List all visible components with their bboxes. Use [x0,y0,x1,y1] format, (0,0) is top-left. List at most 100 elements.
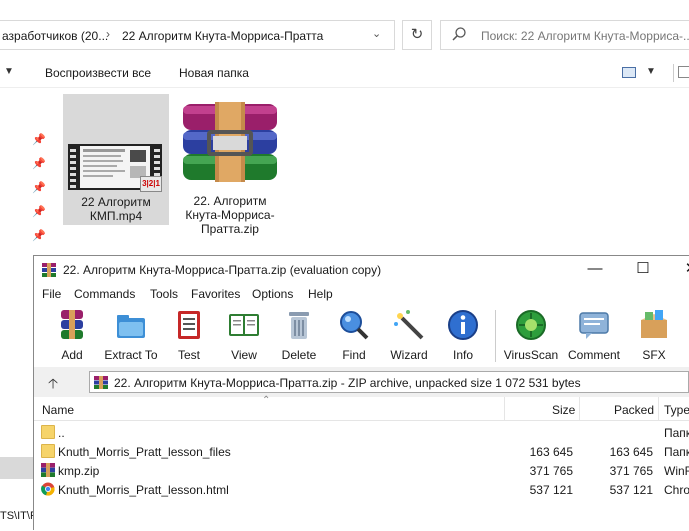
pin-icon[interactable]: 📌 [32,133,46,146]
column-divider[interactable] [658,397,659,421]
virusscan-label: VirusScan [503,348,559,362]
winrar-titlebar[interactable]: 22. Алгоритм Кнута-Морриса-Пратта.zip (e… [34,256,689,284]
pin-icon[interactable]: 📌 [32,229,46,242]
sort-up-icon: ⌃ [262,395,271,406]
refresh-icon: ↻ [410,26,424,43]
explorer-toolbar: ▼ Воспроизвести все Новая папка ▼ [0,58,689,88]
info-label: Info [452,348,473,362]
list-item[interactable]: kmp.zip 371 765 371 765 WinF [34,461,689,480]
item-packed: 163 645 [609,445,653,459]
window-title: 22. Алгоритм Кнута-Морриса-Пратта.zip (e… [63,263,382,277]
winrar-icon [94,376,108,389]
film-strip-icon [70,146,76,188]
list-item[interactable]: Knuth_Morris_Pratt_lesson.html 537 121 5… [34,480,689,499]
maximize-button[interactable]: ☐ [620,256,666,284]
menu-commands[interactable]: Commands [74,287,135,301]
winrar-toolbar: Add Extract To Test View Delete Find Wiz… [34,304,689,367]
item-type: Chro [664,483,689,497]
add-archive-icon [61,310,83,339]
comment-icon [579,312,609,339]
folder-icon [41,444,55,458]
up-arrow-icon[interactable]: 🡡 [48,373,58,397]
nav-path-fragment: TS\IT\F [0,510,37,522]
menu-options[interactable]: Options [252,287,293,301]
file-tile-mp4[interactable]: 3|2|1 22 Алгоритм КМП.mp4 [63,94,169,225]
winrar-icon [42,263,56,277]
minimize-button[interactable]: — [572,256,618,284]
virus-scan-icon [516,310,546,340]
item-type: Папк [664,426,689,440]
column-divider[interactable] [504,397,505,421]
item-name: kmp.zip [58,464,100,478]
sfx-label: SFX [642,348,666,362]
menu-tools[interactable]: Tools [150,287,178,301]
list-header: ⌃ Name Size Packed Type [34,395,689,421]
search-placeholder: Поиск: 22 Алгоритм Кнута-Морриса-... [481,29,689,43]
trash-icon [289,312,309,339]
column-name[interactable]: Name [42,403,74,417]
column-packed[interactable]: Packed [614,403,654,417]
search-input[interactable]: Поиск: 22 Алгоритм Кнута-Морриса-... [440,20,689,50]
list-item[interactable]: .. Папк [34,423,689,442]
add-button[interactable]: Add [42,308,102,364]
search-icon [452,27,466,41]
menu-file[interactable]: File [42,287,61,301]
view-options-icon[interactable] [622,67,636,78]
item-name: Knuth_Morris_Pratt_lesson.html [58,483,229,497]
archive-path-text: 22. Алгоритм Кнута-Морриса-Пратта.zip - … [114,376,581,390]
nav-selected-item[interactable] [0,457,34,479]
new-folder-button[interactable]: Новая папка [179,66,249,80]
archive-file-list: ⌃ Name Size Packed Type .. Папк Knuth_Mo… [34,395,689,531]
refresh-button[interactable]: ↻ [402,20,432,50]
info-icon [448,310,478,340]
column-size[interactable]: Size [552,403,575,417]
file-name: 22. Алгоритм Кнута-Морриса-Пратта.zip [185,194,275,236]
breadcrumb-item-current[interactable]: 22 Алгоритм Кнута-Морриса-Пратта [122,29,323,43]
magnifier-icon [340,311,369,340]
item-packed: 371 765 [609,464,653,478]
details-pane-icon[interactable] [678,66,689,78]
item-type: WinF [664,464,689,478]
chevron-down-icon[interactable]: ▼ [646,66,656,77]
play-all-button[interactable]: Воспроизвести все [45,66,151,80]
chevron-down-icon[interactable]: ▼ [4,66,14,77]
sfx-box-icon [641,310,667,338]
item-size: 371 765 [529,464,573,478]
column-divider[interactable] [579,397,580,421]
chrome-icon [41,482,55,496]
winrar-window: 22. Алгоритм Кнута-Морриса-Пратта.zip (e… [33,255,689,531]
pin-icon[interactable]: 📌 [32,205,46,218]
close-button[interactable]: ✕ [668,256,689,284]
breadcrumb-separator-icon[interactable]: › [106,27,110,41]
extract-to-button[interactable]: Extract To [101,308,161,364]
pin-icon[interactable]: 📌 [32,181,46,194]
virusscan-button[interactable]: VirusScan [501,308,561,364]
sfx-button[interactable]: SFX [624,308,684,364]
file-name: 22 Алгоритм КМП.mp4 [81,195,151,223]
winrar-file-icon [41,463,55,477]
item-name: .. [58,426,65,440]
magic-wand-icon [394,310,424,340]
breadcrumb[interactable]: азработчиков (20... › 22 Алгоритм Кнута-… [0,20,395,50]
archive-path-field[interactable]: 22. Алгоритм Кнута-Морриса-Пратта.zip - … [89,371,689,393]
list-item[interactable]: Knuth_Morris_Pratt_lesson_files 163 645 … [34,442,689,461]
view-book-icon [229,314,259,336]
menu-favorites[interactable]: Favorites [191,287,240,301]
column-type[interactable]: Type [664,403,689,417]
chevron-down-icon[interactable]: ⌄ [372,27,381,40]
file-tile-zip[interactable]: 22. Алгоритм Кнута-Морриса-Пратта.zip [175,94,285,244]
info-button[interactable]: Info [433,308,493,364]
winrar-archive-icon [183,102,277,182]
item-type: Папк [664,445,689,459]
item-name: Knuth_Morris_Pratt_lesson_files [58,445,231,459]
media-player-badge-icon: 3|2|1 [140,176,162,192]
pin-icon[interactable]: 📌 [32,157,46,170]
comment-button[interactable]: Comment [564,308,624,364]
toolbar-divider [673,64,674,82]
menu-bar: File Commands Tools Favorites Options He… [34,284,689,304]
item-size: 537 121 [529,483,573,497]
explorer-address-row: азработчиков (20... › 22 Алгоритм Кнута-… [0,0,689,56]
item-packed: 537 121 [609,483,653,497]
menu-help[interactable]: Help [308,287,333,301]
breadcrumb-item-parent[interactable]: азработчиков (20... [2,29,108,43]
